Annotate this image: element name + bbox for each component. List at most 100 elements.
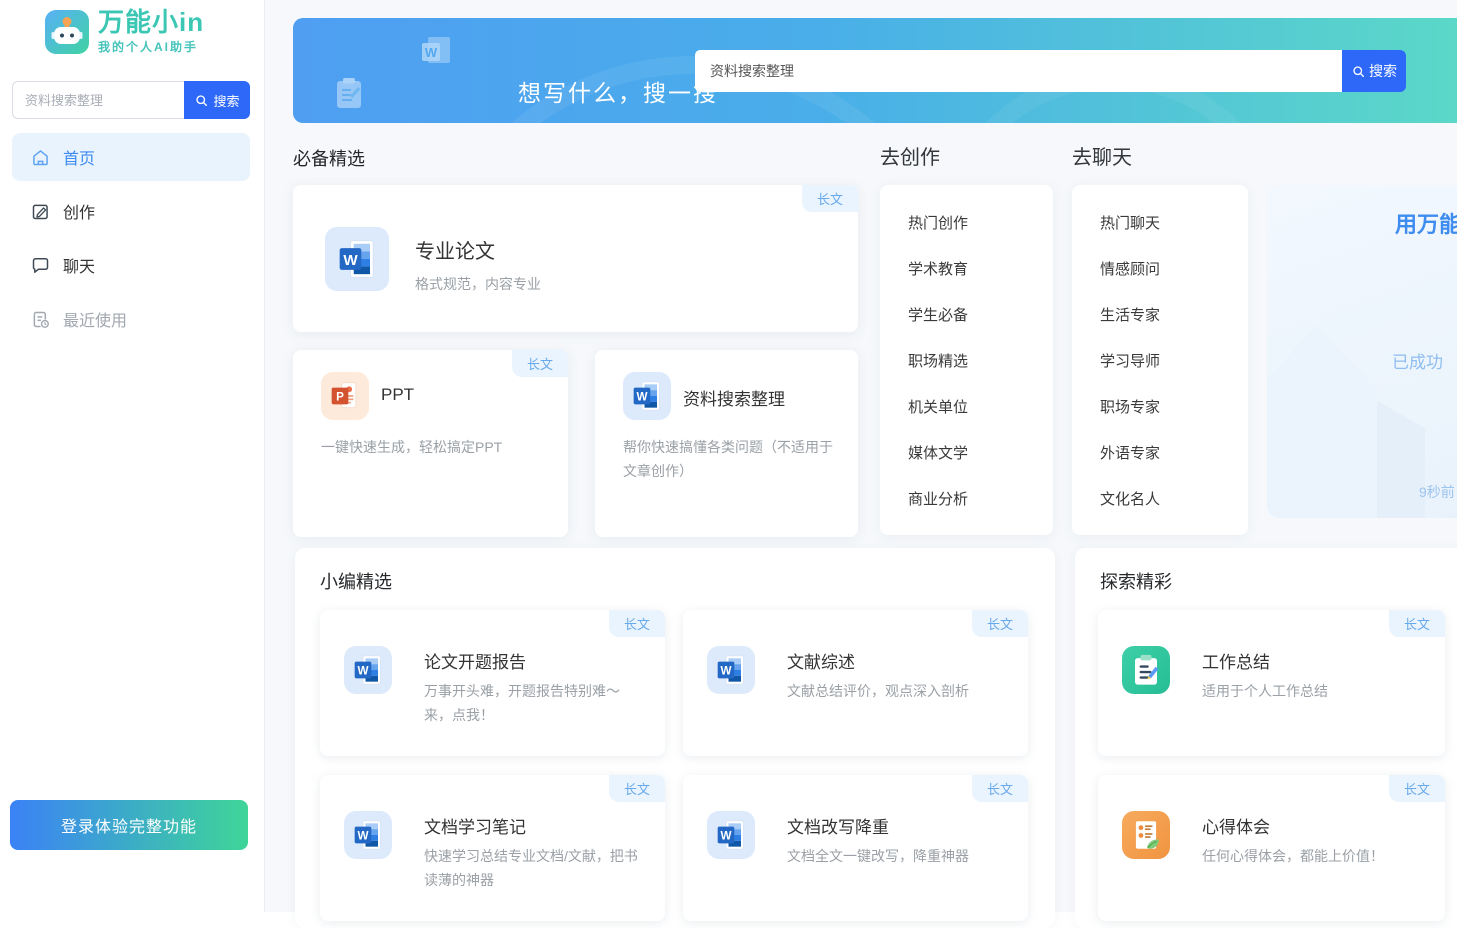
chat-category[interactable]: 生活专家 bbox=[1072, 304, 1248, 325]
search-icon bbox=[1351, 64, 1366, 79]
banner-prompt: 想写什么，搜一搜 bbox=[518, 74, 718, 108]
create-category[interactable]: 机关单位 bbox=[880, 396, 1053, 417]
card-desc: 快速学习总结专业文档/文献，把书读薄的神器 bbox=[424, 845, 647, 893]
sidebar-item-chat[interactable]: 聊天 bbox=[12, 241, 250, 289]
chat-category[interactable]: 情感顾问 bbox=[1072, 258, 1248, 279]
promo-decor-shape bbox=[1267, 325, 1377, 518]
clipboard-icon bbox=[332, 76, 366, 110]
promo-panel[interactable]: 用万能 已成功 9秒前 bbox=[1267, 185, 1457, 518]
chat-category[interactable]: 学习导师 bbox=[1072, 350, 1248, 371]
word-icon bbox=[623, 372, 671, 420]
editors-picks-section: 小编精选 长文 论文开题报告 万事开头难，开题报告特别难～来，点我！ 长文 文献… bbox=[295, 548, 1055, 928]
card-desc: 任何心得体会，都能上价值！ bbox=[1202, 845, 1427, 869]
app-subtitle: 我的个人AI助手 bbox=[98, 38, 204, 55]
promo-headline: 用万能 bbox=[1395, 207, 1457, 239]
section-title-chat: 去聊天 bbox=[1072, 141, 1132, 170]
robot-logo-icon bbox=[45, 10, 89, 54]
card-title: 文档学习笔记 bbox=[424, 813, 526, 838]
card-title: 论文开题报告 bbox=[424, 648, 526, 673]
sidebar-search-button[interactable]: 搜索 bbox=[184, 81, 250, 119]
create-category[interactable]: 学生必备 bbox=[880, 304, 1053, 325]
chat-category[interactable]: 文化名人 bbox=[1072, 488, 1248, 509]
word-icon bbox=[344, 646, 392, 694]
word-icon bbox=[707, 811, 755, 859]
long-text-badge: 长文 bbox=[1389, 775, 1445, 802]
sidebar-item-create[interactable]: 创作 bbox=[12, 187, 250, 235]
sidebar-item-label: 最近使用 bbox=[63, 307, 127, 331]
card-ppt[interactable]: 长文 PPT 一键快速生成，轻松搞定PPT bbox=[293, 350, 568, 537]
chat-category[interactable]: 外语专家 bbox=[1072, 442, 1248, 463]
recent-icon bbox=[30, 309, 51, 330]
banner-search-button[interactable]: 搜索 bbox=[1342, 50, 1406, 92]
card-title: 资料搜索整理 bbox=[683, 385, 785, 410]
long-text-badge: 长文 bbox=[802, 185, 858, 212]
card-desc: 格式规范，内容专业 bbox=[415, 273, 541, 297]
promo-status: 已成功 bbox=[1392, 348, 1443, 373]
card-professional-paper[interactable]: 长文 专业论文 格式规范，内容专业 bbox=[293, 185, 858, 332]
long-text-badge: 长文 bbox=[512, 350, 568, 377]
card-desc: 文献总结评价，观点深入剖析 bbox=[787, 680, 1010, 704]
explore-section: 探索精彩 长文 工作总结 适用于个人工作总结 长文 心得体会 任何心得体会，都能… bbox=[1075, 548, 1457, 928]
sidebar-item-label: 创作 bbox=[63, 199, 95, 223]
card-desc: 万事开头难，开题报告特别难～来，点我！ bbox=[424, 680, 647, 728]
section-title-create: 去创作 bbox=[880, 141, 940, 170]
card-doc-rewrite[interactable]: 长文 文档改写降重 文档全文一键改写，降重神器 bbox=[683, 775, 1028, 921]
sidebar-search-button-label: 搜索 bbox=[213, 91, 239, 110]
card-desc: 一键快速生成，轻松搞定PPT bbox=[321, 436, 544, 460]
card-literature-review[interactable]: 长文 文献综述 文献总结评价，观点深入剖析 bbox=[683, 610, 1028, 756]
home-icon bbox=[30, 147, 51, 168]
card-desc: 适用于个人工作总结 bbox=[1202, 680, 1427, 704]
section-title-essentials: 必备精选 bbox=[293, 145, 365, 171]
card-reflections[interactable]: 长文 心得体会 任何心得体会，都能上价值！ bbox=[1098, 775, 1445, 921]
card-desc: 帮你快速搞懂各类问题（不适用于文章创作） bbox=[623, 436, 836, 484]
card-title: 文档改写降重 bbox=[787, 813, 889, 838]
chat-category[interactable]: 职场专家 bbox=[1072, 396, 1248, 417]
sidebar-item-recent[interactable]: 最近使用 bbox=[12, 295, 250, 343]
long-text-badge: 长文 bbox=[1389, 610, 1445, 637]
long-text-badge: 长文 bbox=[609, 775, 665, 802]
banner-search: 搜索 bbox=[695, 50, 1406, 92]
sidebar-item-label: 聊天 bbox=[63, 253, 95, 277]
card-research-organize[interactable]: 资料搜索整理 帮你快速搞懂各类问题（不适用于文章创作） bbox=[595, 350, 858, 537]
create-category[interactable]: 职场精选 bbox=[880, 350, 1053, 371]
sidebar: 万能小in 我的个人AI助手 搜索 首页 创作 聊天 最近使用 登录体验完整功能 bbox=[0, 0, 265, 912]
create-category[interactable]: 热门创作 bbox=[880, 212, 1053, 233]
search-banner: 想写什么，搜一搜 搜索 bbox=[293, 18, 1457, 123]
long-text-badge: 长文 bbox=[609, 610, 665, 637]
card-work-summary[interactable]: 长文 工作总结 适用于个人工作总结 bbox=[1098, 610, 1445, 756]
create-category[interactable]: 媒体文学 bbox=[880, 442, 1053, 463]
chat-category-list: 热门聊天 情感顾问 生活专家 学习导师 职场专家 外语专家 文化名人 bbox=[1072, 185, 1248, 535]
login-button[interactable]: 登录体验完整功能 bbox=[10, 800, 248, 850]
card-title: 文献综述 bbox=[787, 648, 855, 673]
word-icon bbox=[707, 646, 755, 694]
scroll-leaf-icon bbox=[1122, 811, 1170, 859]
card-doc-study-notes[interactable]: 长文 文档学习笔记 快速学习总结专业文档/文献，把书读薄的神器 bbox=[320, 775, 665, 921]
pen-icon bbox=[30, 201, 51, 222]
sidebar-search-input[interactable] bbox=[12, 81, 184, 119]
word-icon bbox=[325, 227, 389, 291]
card-desc: 文档全文一键改写，降重神器 bbox=[787, 845, 1010, 869]
banner-search-button-label: 搜索 bbox=[1369, 61, 1397, 81]
word-icon bbox=[344, 811, 392, 859]
sidebar-nav: 首页 创作 聊天 最近使用 bbox=[12, 133, 250, 343]
ppt-icon bbox=[321, 372, 369, 420]
promo-time: 9秒前 bbox=[1419, 482, 1455, 502]
banner-search-input[interactable] bbox=[695, 50, 1342, 92]
chat-category[interactable]: 热门聊天 bbox=[1072, 212, 1248, 233]
app-title: 万能小in bbox=[98, 9, 204, 36]
chat-icon bbox=[30, 255, 51, 276]
clipboard-pen-icon bbox=[1122, 646, 1170, 694]
long-text-badge: 长文 bbox=[972, 610, 1028, 637]
word-doc-icon bbox=[420, 35, 454, 69]
section-title-editors-picks: 小编精选 bbox=[320, 568, 392, 594]
create-category-list: 热门创作 学术教育 学生必备 职场精选 机关单位 媒体文学 商业分析 bbox=[880, 185, 1053, 535]
card-title: PPT bbox=[381, 385, 414, 405]
sidebar-search: 搜索 bbox=[12, 81, 250, 119]
create-category[interactable]: 商业分析 bbox=[880, 488, 1053, 509]
sidebar-item-home[interactable]: 首页 bbox=[12, 133, 250, 181]
create-category[interactable]: 学术教育 bbox=[880, 258, 1053, 279]
card-thesis-proposal[interactable]: 长文 论文开题报告 万事开头难，开题报告特别难～来，点我！ bbox=[320, 610, 665, 756]
app-logo[interactable]: 万能小in 我的个人AI助手 bbox=[45, 9, 204, 55]
card-title: 专业论文 bbox=[415, 235, 495, 264]
card-title: 心得体会 bbox=[1202, 813, 1270, 838]
